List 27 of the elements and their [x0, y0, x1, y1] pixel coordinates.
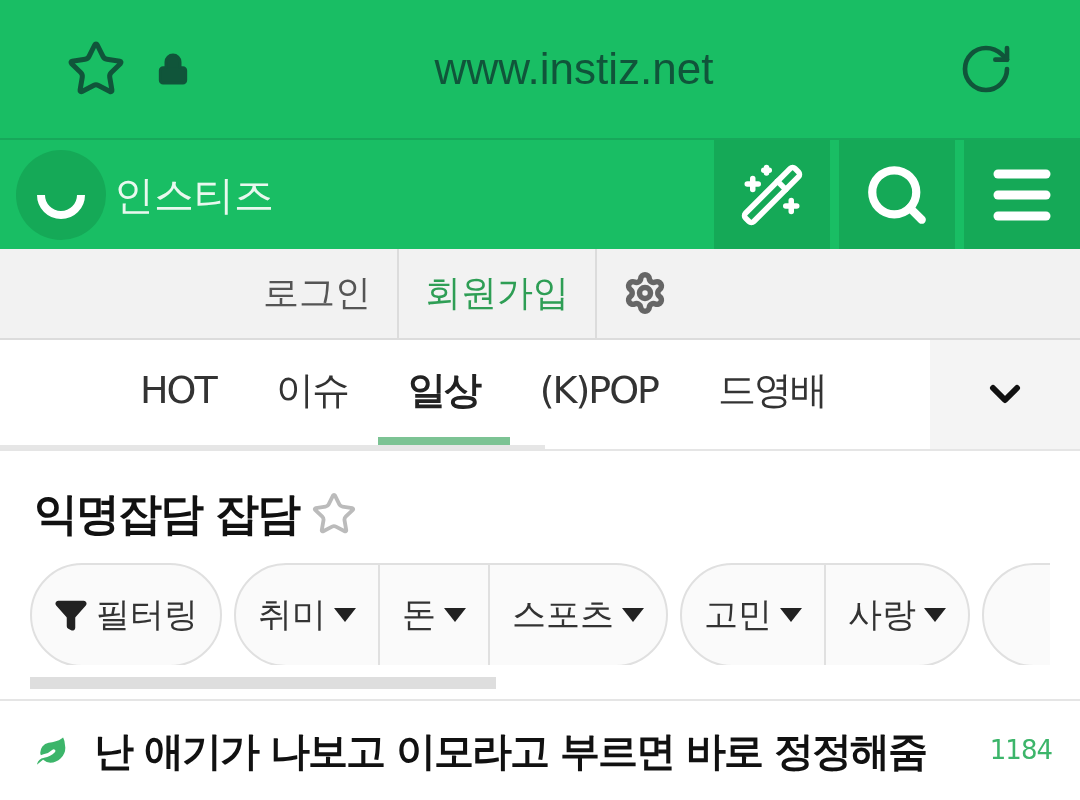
filter-chip[interactable]: 취미 — [236, 564, 378, 665]
category-tab[interactable]: 이슈 — [245, 344, 378, 445]
search-button[interactable] — [839, 140, 955, 249]
category-tab[interactable]: HOT — [110, 344, 246, 445]
filter-chip[interactable]: 돈 — [378, 564, 488, 665]
lock-icon — [156, 52, 190, 87]
dropdown-triangle-icon — [334, 607, 356, 622]
horizontal-scrollbar[interactable] — [30, 677, 496, 690]
dropdown-triangle-icon — [444, 607, 466, 622]
board-title: 익명잡담 잡담 — [34, 486, 300, 541]
category-tab[interactable]: 드영배 — [688, 344, 856, 445]
category-tab[interactable]: (K)POP — [509, 344, 688, 445]
filter-chip[interactable]: 필터링 — [32, 564, 220, 665]
filter-chip[interactable]: 고민 — [682, 564, 824, 665]
dropdown-triangle-icon — [780, 607, 802, 622]
menu-button[interactable] — [964, 140, 1080, 249]
smiley-logo-icon — [16, 149, 106, 240]
filter-chip[interactable]: 스포츠 — [488, 564, 666, 665]
settings-icon — [623, 271, 667, 316]
url-text[interactable]: www.instiz.net — [434, 36, 714, 103]
login-link[interactable]: 로그인 — [237, 249, 399, 338]
comment-count: 1184 — [989, 734, 1052, 768]
dropdown-triangle-icon — [622, 607, 644, 622]
filter-chip[interactable]: 사랑 — [824, 564, 968, 665]
magic-wand-button[interactable] — [714, 140, 830, 249]
post-title[interactable]: 난 애기가 나보고 이모라고 부르면 바로 정정해줌 — [94, 720, 926, 781]
dropdown-triangle-icon — [924, 607, 946, 622]
